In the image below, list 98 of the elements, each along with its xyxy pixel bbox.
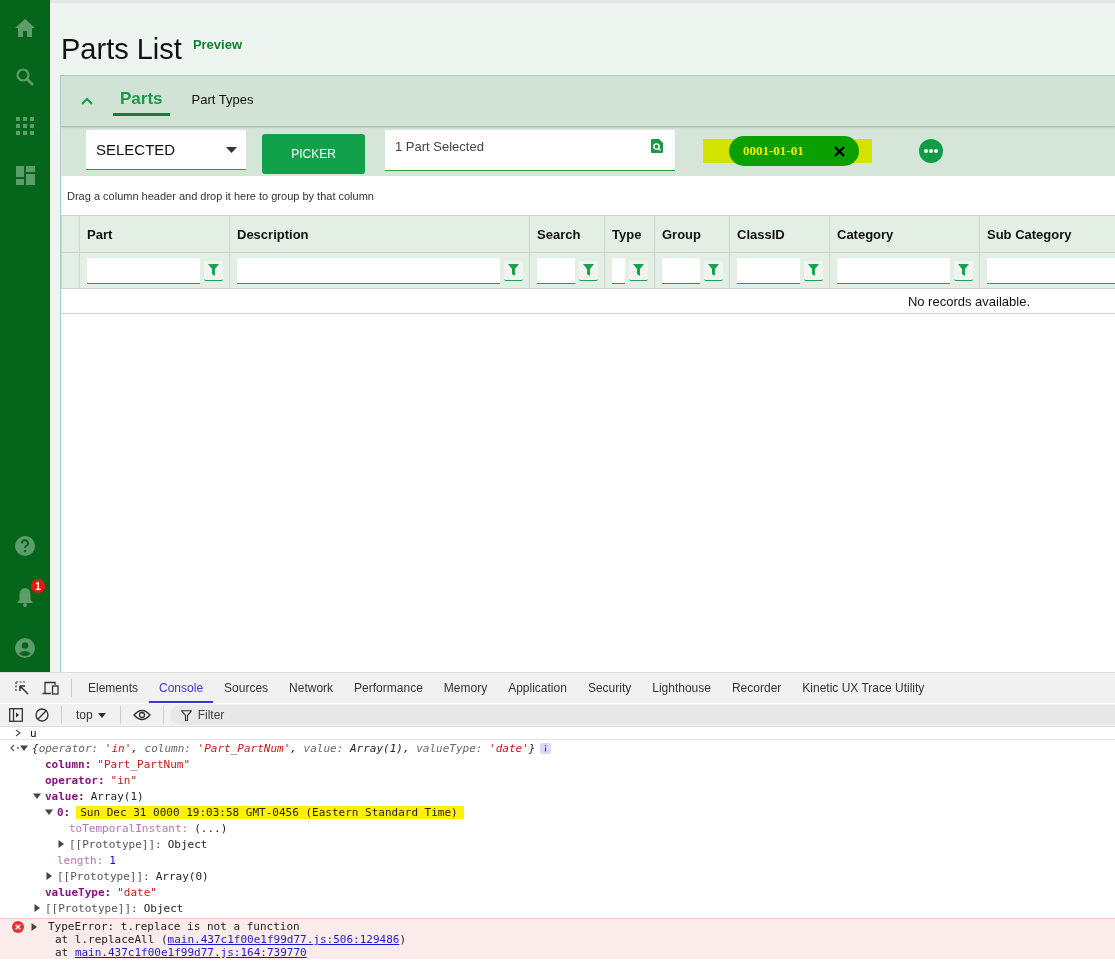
expand-triangle-icon[interactable] (45, 808, 53, 816)
help-icon[interactable] (15, 536, 35, 556)
clear-icon[interactable] (35, 708, 49, 722)
sidebar-toggle-icon[interactable] (9, 708, 23, 722)
devtools-tab[interactable]: Sources (214, 673, 279, 703)
error-text: TypeError: t.replace is not a function (48, 920, 300, 933)
caret-icon[interactable] (226, 146, 237, 153)
more-icon[interactable] (919, 139, 943, 163)
stack-trace-line: at l.replaceAll (main.437c1f00e1f99d77.js:506:129486) (55, 933, 406, 946)
property-value: Object (143, 901, 184, 915)
expand-triangle-icon[interactable] (30, 922, 38, 931)
property-name: toTemporalInstant: (69, 821, 189, 835)
page-title: Parts List (61, 32, 182, 67)
funnel-icon (708, 264, 719, 276)
source-link[interactable]: main.437c1f00e1f99d77.js:164:739770 (74, 946, 307, 959)
funnel-icon (808, 264, 819, 276)
filter-button[interactable] (579, 260, 598, 281)
account-icon[interactable] (15, 638, 35, 658)
home-icon[interactable] (15, 19, 35, 37)
console-input-text: u (30, 727, 37, 739)
property-value: (...) (194, 821, 228, 835)
inspect-icon[interactable] (15, 680, 30, 696)
filter-button[interactable] (704, 260, 723, 281)
selection-field[interactable]: 1 Part Selected (385, 129, 675, 171)
property-name: valueType: (45, 885, 112, 899)
property-value: Array(1) (90, 789, 144, 803)
dashboard-icon[interactable] (15, 166, 35, 185)
expand-triangle-icon[interactable] (45, 872, 53, 880)
expand-triangle-icon[interactable] (33, 904, 41, 912)
eye-icon[interactable] (132, 709, 151, 721)
notification-badge: 1 (31, 579, 45, 593)
devtools-tab[interactable]: Recorder (721, 673, 792, 703)
bell-icon[interactable] (16, 587, 34, 607)
funnel-icon (583, 264, 594, 276)
stack-trace-line: at main.437c1f00e1f99d77.js:164:739770 (55, 946, 307, 959)
property-name: 0: (57, 805, 71, 819)
document-search-icon[interactable] (651, 138, 663, 153)
panel-tab[interactable]: Part Types (189, 86, 256, 116)
filter-button[interactable] (504, 260, 523, 281)
filter-field[interactable]: Filter (169, 705, 1115, 725)
column-header[interactable]: Group (654, 215, 730, 253)
return-icon (10, 744, 20, 752)
property-value: Array(0) (155, 869, 209, 883)
prompt-icon (15, 729, 21, 737)
property-value: Object (167, 837, 208, 851)
column-header[interactable]: Category (829, 215, 980, 253)
devtools-tab[interactable]: Elements (78, 673, 149, 703)
property-name: [[Prototype]]: (57, 869, 150, 883)
filter-button[interactable] (804, 260, 823, 281)
devtools-tab[interactable]: Network (279, 673, 344, 703)
column-header[interactable]: Search (529, 215, 605, 253)
devtools-tab[interactable]: Performance (344, 673, 433, 703)
close-icon[interactable] (834, 145, 845, 157)
grid-icon[interactable] (16, 117, 34, 135)
expand-triangle-icon[interactable] (20, 744, 28, 752)
expand-triangle-icon[interactable] (57, 840, 65, 848)
property-name: column: (45, 757, 92, 771)
column-header[interactable]: Sub Category (979, 215, 1115, 253)
source-link[interactable]: main.437c1f00e1f99d77.js:506:129486 (167, 933, 400, 946)
funnel-icon (958, 264, 969, 276)
column-header[interactable]: Description (229, 215, 530, 253)
devtools-tab[interactable]: Memory (433, 673, 498, 703)
property-value: Sun Dec 31 0000 19:03:58 GMT-0456 (Eastern Standard Time) (80, 805, 458, 819)
devtools-tab[interactable]: Lighthouse (642, 673, 721, 703)
property-name: [[Prototype]]: (69, 837, 162, 851)
funnel-icon (633, 264, 644, 276)
group-hint: Drag a column header and drop it here to group by that column (66, 189, 375, 204)
device-icon[interactable] (42, 681, 59, 695)
search-icon[interactable] (16, 68, 34, 86)
column-header[interactable]: Type (604, 215, 655, 253)
filter-button[interactable] (954, 260, 973, 281)
property-name: length: (57, 853, 104, 867)
property-value: 1 (109, 853, 116, 867)
error-icon (12, 920, 24, 933)
filter-button[interactable] (629, 260, 648, 281)
property-value: "Part_PartNum" (97, 757, 191, 771)
column-header[interactable]: Part (79, 215, 230, 253)
property-name: [[Prototype]]: (45, 901, 138, 915)
funnel-icon (208, 264, 219, 276)
devtools-tab[interactable]: Security (577, 673, 642, 703)
property-value: "in" (110, 773, 138, 787)
property-name: value: (45, 789, 85, 803)
context-dropdown[interactable]: top (68, 708, 114, 722)
info-icon[interactable] (540, 742, 552, 754)
expand-triangle-icon[interactable] (33, 792, 41, 800)
column-header[interactable]: ClassID (729, 215, 830, 253)
caret-icon[interactable] (97, 712, 106, 718)
filter-button[interactable] (204, 260, 223, 281)
property-value: "date" (117, 885, 157, 899)
empty-message: No records available. (61, 289, 1115, 314)
object-summary[interactable]: {operator: 'in', column: 'Part_PartNum', value: Array(1), valueType: 'date'} (32, 741, 536, 755)
mode-dropdown[interactable]: SELECTED (86, 130, 246, 170)
devtools-tab[interactable]: Application (498, 673, 577, 703)
property-name: operator: (45, 773, 105, 787)
chevron-icon[interactable] (81, 97, 93, 105)
preview-label: Preview (192, 37, 243, 52)
funnel-icon (508, 264, 519, 276)
devtools-tab[interactable]: Kinetic UX Trace Utility (792, 673, 935, 703)
